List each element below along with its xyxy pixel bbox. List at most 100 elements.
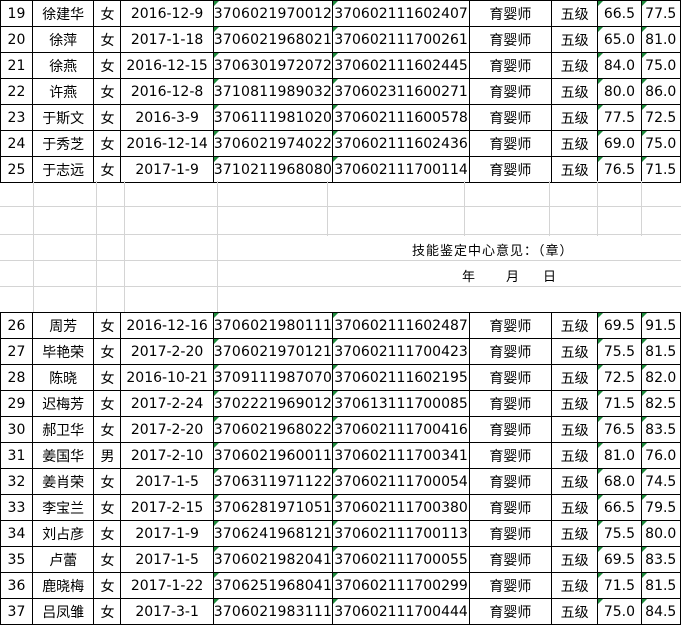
- row-number-cell[interactable]: 29: [0, 390, 33, 417]
- gender-cell[interactable]: 女: [93, 104, 122, 131]
- theory-score-cell[interactable]: 65.0: [597, 26, 642, 53]
- certificate-number-cell[interactable]: 370602311600271: [332, 78, 470, 105]
- id-number-cell[interactable]: 3706241968121: [212, 520, 334, 547]
- certificate-number-cell[interactable]: 370602111700113: [332, 520, 470, 547]
- certificate-number-cell[interactable]: 370602111700380: [332, 494, 470, 521]
- skill-score-cell[interactable]: 75.0: [640, 52, 681, 79]
- row-number-cell[interactable]: 22: [0, 78, 33, 105]
- gender-cell[interactable]: 女: [93, 78, 122, 105]
- skill-score-cell[interactable]: 71.5: [640, 156, 681, 183]
- exam-date-cell[interactable]: 2017-1-5: [120, 468, 214, 495]
- row-number-cell[interactable]: 31: [0, 442, 33, 469]
- occupation-cell[interactable]: 育婴师: [468, 338, 552, 365]
- row-number-cell[interactable]: 27: [0, 338, 33, 365]
- row-number-cell[interactable]: 23: [0, 104, 33, 131]
- id-number-cell[interactable]: 3702221969012: [212, 390, 334, 417]
- exam-date-cell[interactable]: 2017-1-5: [120, 546, 214, 573]
- occupation-cell[interactable]: 育婴师: [468, 130, 552, 157]
- skill-score-cell[interactable]: 79.5: [640, 494, 681, 521]
- id-number-cell[interactable]: 3706021970121: [212, 338, 334, 365]
- id-number-cell[interactable]: 3706111981020: [212, 104, 334, 131]
- theory-score-cell[interactable]: 77.5: [597, 104, 642, 131]
- occupation-cell[interactable]: 育婴师: [468, 494, 552, 521]
- id-number-cell[interactable]: 3706021968021: [212, 26, 334, 53]
- certificate-number-cell[interactable]: 370602111602445: [332, 52, 470, 79]
- occupation-cell[interactable]: 育婴师: [468, 442, 552, 469]
- occupation-cell[interactable]: 育婴师: [468, 312, 552, 339]
- certificate-number-cell[interactable]: 370602111600578: [332, 104, 470, 131]
- row-number-cell[interactable]: 35: [0, 546, 33, 573]
- certificate-number-cell[interactable]: 370602111700114: [332, 156, 470, 183]
- exam-date-cell[interactable]: 2017-2-24: [120, 390, 214, 417]
- theory-score-cell[interactable]: 69.5: [597, 546, 642, 573]
- skill-score-cell[interactable]: 82.5: [640, 390, 681, 417]
- certificate-number-cell[interactable]: 370602111602195: [332, 364, 470, 391]
- row-number-cell[interactable]: 34: [0, 520, 33, 547]
- certificate-number-cell[interactable]: 370602111700416: [332, 416, 470, 443]
- skill-score-cell[interactable]: 76.0: [640, 442, 681, 469]
- name-cell[interactable]: 刘占彦: [31, 520, 95, 547]
- row-number-cell[interactable]: 26: [0, 312, 33, 339]
- skill-score-cell[interactable]: 72.5: [640, 104, 681, 131]
- gender-cell[interactable]: 女: [93, 390, 122, 417]
- exam-date-cell[interactable]: 2017-2-20: [120, 416, 214, 443]
- name-cell[interactable]: 陈晓: [31, 364, 95, 391]
- name-cell[interactable]: 鹿晓梅: [31, 572, 95, 599]
- id-number-cell[interactable]: 3706311971122: [212, 468, 334, 495]
- exam-date-cell[interactable]: 2016-12-15: [120, 52, 214, 79]
- theory-score-cell[interactable]: 72.5: [597, 364, 642, 391]
- name-cell[interactable]: 姜肖荣: [31, 468, 95, 495]
- occupation-cell[interactable]: 育婴师: [468, 104, 552, 131]
- row-number-cell[interactable]: 19: [0, 0, 33, 27]
- name-cell[interactable]: 于秀芝: [31, 130, 95, 157]
- gender-cell[interactable]: 女: [93, 0, 122, 27]
- level-cell[interactable]: 五级: [550, 390, 599, 417]
- exam-date-cell[interactable]: 2017-2-10: [120, 442, 214, 469]
- id-number-cell[interactable]: 3706281971051: [212, 494, 334, 521]
- skill-score-cell[interactable]: 81.5: [640, 572, 681, 599]
- name-cell[interactable]: 徐建华: [31, 0, 95, 27]
- gender-cell[interactable]: 女: [93, 130, 122, 157]
- id-number-cell[interactable]: 3706021960011: [212, 442, 334, 469]
- row-number-cell[interactable]: 30: [0, 416, 33, 443]
- row-number-cell[interactable]: 25: [0, 156, 33, 183]
- certificate-number-cell[interactable]: 370613111700085: [332, 390, 470, 417]
- row-number-cell[interactable]: 36: [0, 572, 33, 599]
- certificate-number-cell[interactable]: 370602111700423: [332, 338, 470, 365]
- occupation-cell[interactable]: 育婴师: [468, 156, 552, 183]
- id-number-cell[interactable]: 3710811989032: [212, 78, 334, 105]
- gender-cell[interactable]: 女: [93, 546, 122, 573]
- theory-score-cell[interactable]: 75.5: [597, 338, 642, 365]
- skill-score-cell[interactable]: 83.5: [640, 546, 681, 573]
- gender-cell[interactable]: 女: [93, 572, 122, 599]
- level-cell[interactable]: 五级: [550, 52, 599, 79]
- skill-score-cell[interactable]: 81.0: [640, 26, 681, 53]
- exam-date-cell[interactable]: 2017-1-18: [120, 26, 214, 53]
- skill-score-cell[interactable]: 77.5: [640, 0, 681, 27]
- name-cell[interactable]: 周芳: [31, 312, 95, 339]
- exam-date-cell[interactable]: 2017-1-9: [120, 520, 214, 547]
- level-cell[interactable]: 五级: [550, 468, 599, 495]
- exam-date-cell[interactable]: 2016-12-9: [120, 0, 214, 27]
- certificate-number-cell[interactable]: 370602111700055: [332, 546, 470, 573]
- level-cell[interactable]: 五级: [550, 546, 599, 573]
- name-cell[interactable]: 卢蕾: [31, 546, 95, 573]
- level-cell[interactable]: 五级: [550, 520, 599, 547]
- level-cell[interactable]: 五级: [550, 364, 599, 391]
- gender-cell[interactable]: 女: [93, 26, 122, 53]
- level-cell[interactable]: 五级: [550, 26, 599, 53]
- name-cell[interactable]: 于志远: [31, 156, 95, 183]
- name-cell[interactable]: 郝卫华: [31, 416, 95, 443]
- row-number-cell[interactable]: 28: [0, 364, 33, 391]
- occupation-cell[interactable]: 育婴师: [468, 468, 552, 495]
- gender-cell[interactable]: 女: [93, 364, 122, 391]
- level-cell[interactable]: 五级: [550, 0, 599, 27]
- name-cell[interactable]: 姜国华: [31, 442, 95, 469]
- exam-date-cell[interactable]: 2017-1-22: [120, 572, 214, 599]
- exam-date-cell[interactable]: 2016-10-21: [120, 364, 214, 391]
- gender-cell[interactable]: 女: [93, 52, 122, 79]
- name-cell[interactable]: 徐萍: [31, 26, 95, 53]
- certificate-number-cell[interactable]: 370602111700341: [332, 442, 470, 469]
- name-cell[interactable]: 迟梅芳: [31, 390, 95, 417]
- level-cell[interactable]: 五级: [550, 104, 599, 131]
